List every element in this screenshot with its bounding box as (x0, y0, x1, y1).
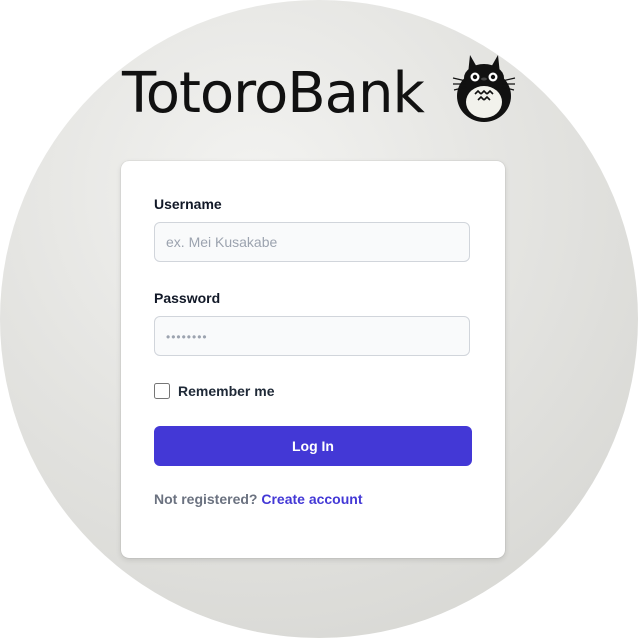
remember-label[interactable]: Remember me (178, 383, 275, 399)
username-input[interactable] (154, 222, 470, 262)
username-label: Username (154, 196, 222, 212)
brand-header: TotoroBank (0, 52, 638, 142)
register-prompt: Not registered? (154, 491, 258, 507)
login-button[interactable]: Log In (154, 426, 472, 466)
brand-title: TotoroBank (122, 61, 425, 126)
register-row: Not registered? Create account (154, 491, 363, 507)
create-account-link[interactable]: Create account (261, 491, 362, 507)
remember-checkbox[interactable] (154, 383, 170, 399)
password-input[interactable] (154, 316, 470, 356)
password-label: Password (154, 290, 221, 306)
login-card: Username Password Remember me Log In Not… (121, 161, 505, 558)
login-page: TotoroBank Username ex. Mei Kusakabe Pas… (0, 0, 638, 638)
remember-row: Remember me (154, 382, 275, 400)
totoro-icon (452, 55, 516, 122)
